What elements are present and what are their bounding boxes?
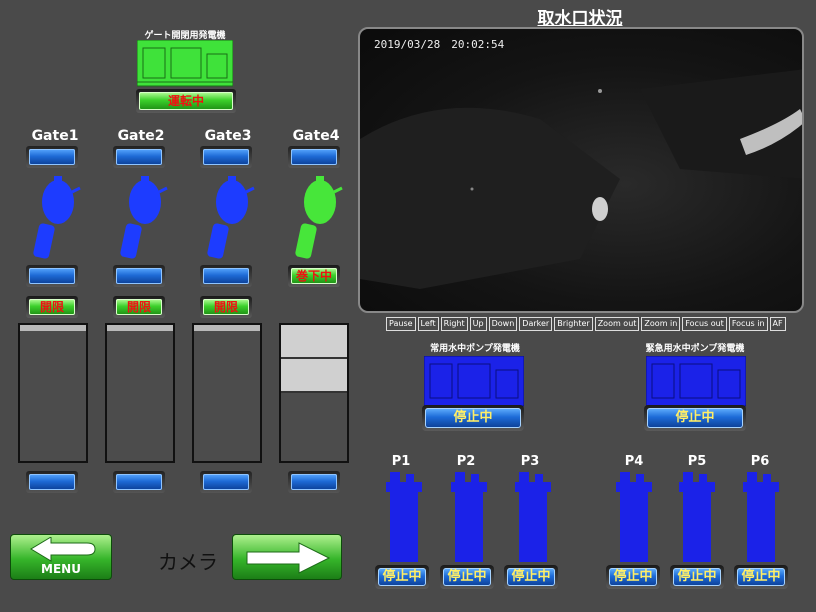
- pump-p6-status: 停止中: [734, 565, 788, 589]
- gate2-top-lamp: [113, 146, 165, 168]
- camera-focus-in-button[interactable]: Focus in: [728, 317, 768, 331]
- gate1-mid-lamp: [26, 265, 78, 287]
- gate1-opening: [18, 323, 88, 463]
- gate2-limit: 開限: [113, 296, 165, 318]
- pump-p5-icon: [679, 472, 715, 562]
- gate4-label: Gate4: [292, 128, 340, 144]
- camera-focus-out-button[interactable]: Focus out: [682, 317, 727, 331]
- camera-pause-button[interactable]: Pause: [386, 317, 416, 331]
- pump-p6-label: P6: [750, 454, 770, 469]
- gate1-top-lamp: [26, 146, 78, 168]
- pump-p1-status: 停止中: [375, 565, 429, 589]
- menu-button-label: MENU: [41, 562, 81, 576]
- gate4-hoist-icon: [295, 176, 343, 259]
- camera-nav-label: カメラ: [158, 550, 218, 574]
- camera-darker-button[interactable]: Darker: [519, 317, 553, 331]
- pump-p3-icon: [515, 472, 551, 562]
- regular-pump-generator-label: 常用水中ポンプ発電機: [430, 344, 520, 354]
- menu-button[interactable]: MENU: [10, 534, 112, 580]
- camera-controls: Pause Left Right Up Down Darker Brighter…: [386, 317, 786, 331]
- gate4-bottom-lamp: [288, 471, 340, 493]
- gate1-limit: 開限: [26, 296, 78, 318]
- pump-p1-label: P1: [391, 454, 411, 469]
- pump-p1-icon: [386, 472, 422, 562]
- regular-pump-generator-status: 停止中: [422, 405, 524, 431]
- gate3-mid-lamp: [200, 265, 252, 287]
- gate2-bottom-lamp: [113, 471, 165, 493]
- gate4-status: 巻下中: [288, 265, 340, 287]
- pump-p3-status: 停止中: [504, 565, 558, 589]
- pump-p2-status: 停止中: [440, 565, 494, 589]
- gate2-label: Gate2: [117, 128, 165, 144]
- gate4-opening: [279, 323, 349, 463]
- camera-brighter-button[interactable]: Brighter: [554, 317, 593, 331]
- gate2-mid-lamp: [113, 265, 165, 287]
- gate1-label: Gate1: [31, 128, 79, 144]
- pump-p5-status: 停止中: [670, 565, 724, 589]
- page-title: 取水口状況: [537, 9, 623, 29]
- camera-zoom-out-button[interactable]: Zoom out: [594, 317, 640, 331]
- camera-right-button[interactable]: Right: [440, 317, 468, 331]
- gate1-hoist-icon: [33, 176, 81, 259]
- pump-p6-icon: [743, 472, 779, 562]
- right-arrow-icon: [246, 542, 331, 574]
- pump-p2-label: P2: [456, 454, 476, 469]
- emergency-pump-generator-icon: [646, 356, 746, 407]
- camera-next-button[interactable]: [232, 534, 342, 580]
- emergency-pump-generator-label: 緊急用水中ポンプ発電機: [645, 344, 745, 354]
- pump-p2-icon: [451, 472, 487, 562]
- pump-p4-label: P4: [624, 454, 644, 469]
- gate3-opening: [192, 323, 262, 463]
- pump-p5-label: P5: [687, 454, 707, 469]
- gate-generator-status: 運転中: [136, 89, 236, 113]
- gate2-hoist-icon: [120, 176, 168, 259]
- gate3-bottom-lamp: [200, 471, 252, 493]
- pump-p4-icon: [616, 472, 652, 562]
- gate3-hoist-icon: [207, 176, 255, 259]
- gate3-label: Gate3: [204, 128, 252, 144]
- gate-generator-icon: [137, 40, 233, 87]
- camera-left-button[interactable]: Left: [417, 317, 439, 331]
- gate3-limit: 開限: [200, 296, 252, 318]
- camera-up-button[interactable]: Up: [469, 317, 487, 331]
- camera-zoom-in-button[interactable]: Zoom in: [641, 317, 681, 331]
- gate2-opening: [105, 323, 175, 463]
- camera-scene-icon: [360, 69, 802, 289]
- gate3-top-lamp: [200, 146, 252, 168]
- camera-feed[interactable]: 2019/03/28 20:02:54: [358, 27, 804, 313]
- gate4-top-lamp: [288, 146, 340, 168]
- pump-p3-label: P3: [520, 454, 540, 469]
- emergency-pump-generator-status: 停止中: [644, 405, 746, 431]
- camera-af-button[interactable]: AF: [769, 317, 786, 331]
- regular-pump-generator-icon: [424, 356, 524, 407]
- pump-p4-status: 停止中: [606, 565, 660, 589]
- camera-down-button[interactable]: Down: [488, 317, 518, 331]
- gate1-bottom-lamp: [26, 471, 78, 493]
